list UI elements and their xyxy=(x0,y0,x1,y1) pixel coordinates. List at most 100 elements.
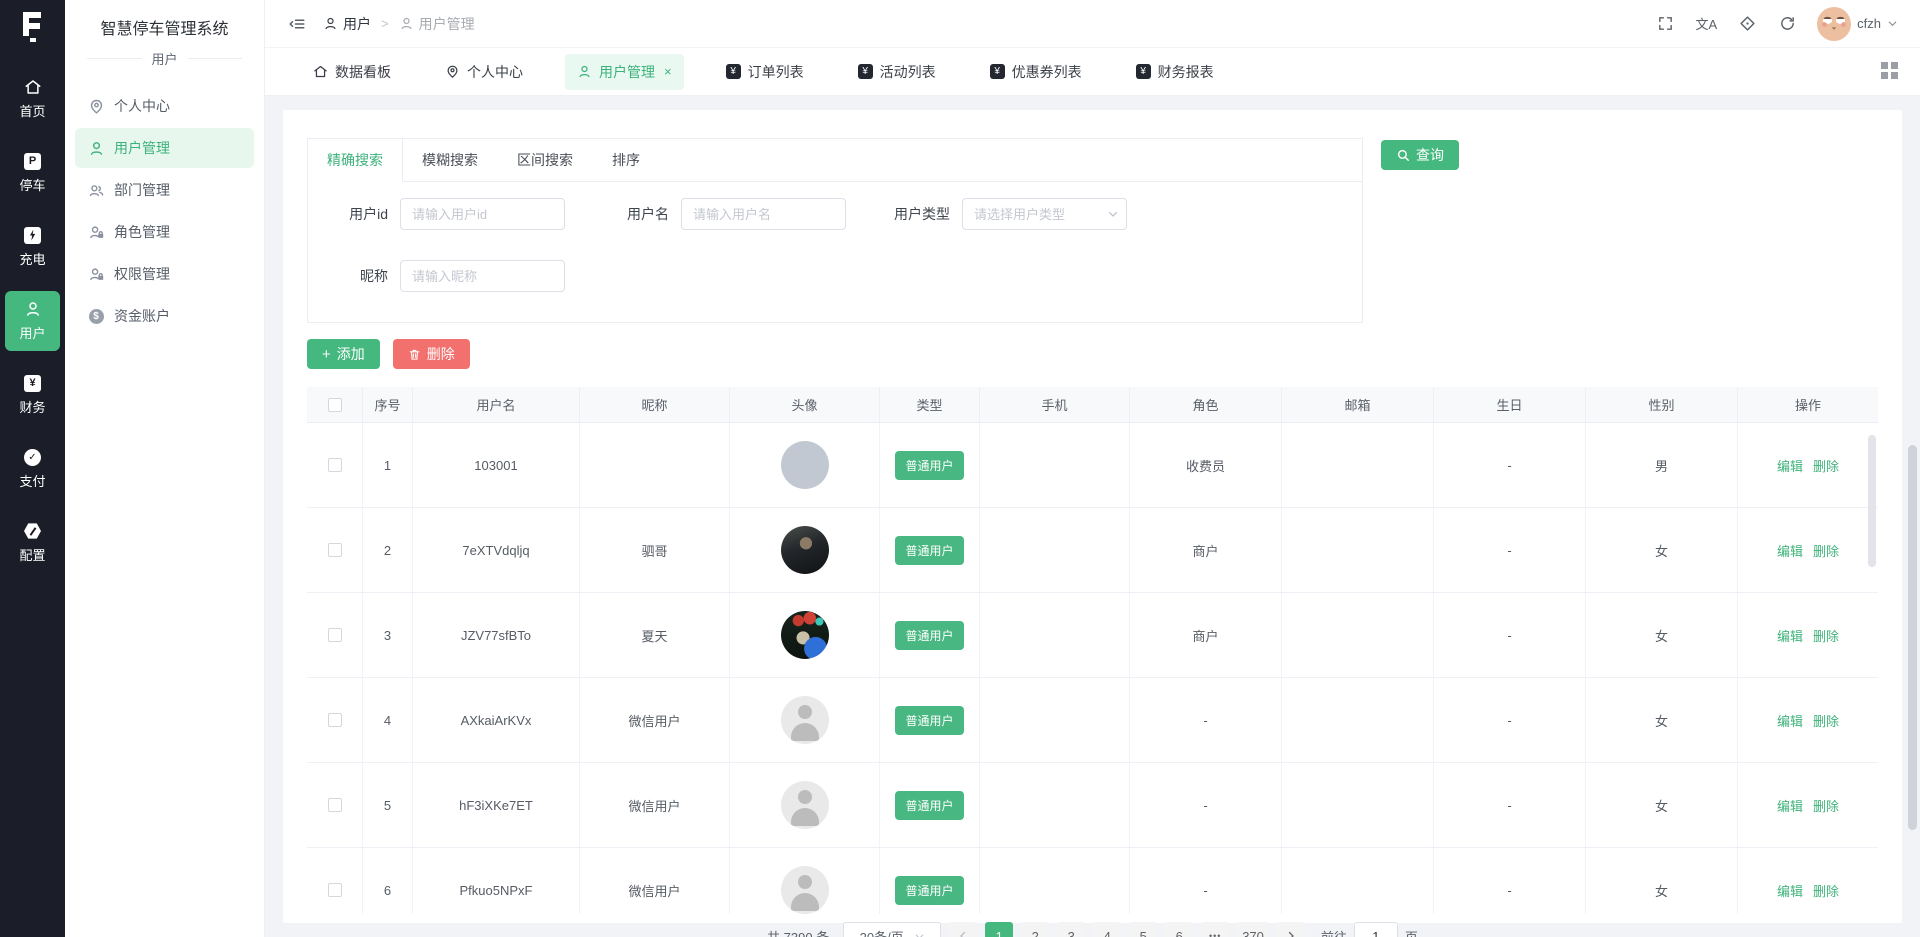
nickname-input[interactable] xyxy=(400,260,565,292)
language-switch-icon[interactable]: 文A xyxy=(1695,14,1717,33)
cell-phone xyxy=(980,508,1130,592)
page-tabs: ¥ 数据看板 × ¥ 个人中心 × ¥ xyxy=(265,48,1920,96)
edit-link[interactable]: 编辑 xyxy=(1777,881,1803,900)
delete-link[interactable]: 删除 xyxy=(1813,456,1839,475)
user-type-badge: 普通用户 xyxy=(895,705,964,735)
sidebar-menu-item[interactable]: $ 个人中心 xyxy=(75,86,254,126)
page-number-button[interactable]: 4 xyxy=(1093,922,1122,937)
select-all-checkbox[interactable] xyxy=(327,397,342,412)
cell-seq: 2 xyxy=(363,508,413,592)
goto-page-input[interactable] xyxy=(1353,922,1398,937)
rail-nav-item[interactable]: P ¥ ✓ 首页 xyxy=(5,69,60,129)
row-checkbox[interactable] xyxy=(327,628,342,642)
page-number-button[interactable]: 370 xyxy=(1237,922,1269,937)
sidebar-menu-item[interactable]: $ 资金账户 xyxy=(75,296,254,336)
charging-icon xyxy=(24,226,41,244)
row-checkbox[interactable] xyxy=(327,713,342,727)
page-tab[interactable]: ¥ 订单列表 × xyxy=(714,54,816,90)
rail-nav-item[interactable]: P ¥ ✓ 支付 xyxy=(5,439,60,499)
edit-link[interactable]: 编辑 xyxy=(1777,456,1803,475)
sidebar-menu-label: 个人中心 xyxy=(114,98,170,114)
search-mode-tab[interactable]: 精确搜索 xyxy=(308,139,403,182)
delete-button[interactable]: 删除 xyxy=(392,339,470,369)
edit-link[interactable]: 编辑 xyxy=(1777,796,1803,815)
delete-link[interactable]: 删除 xyxy=(1813,881,1839,900)
user-id-input[interactable] xyxy=(400,198,565,230)
collapse-sidebar-icon[interactable] xyxy=(287,14,307,34)
sidebar-menu-item[interactable]: $ 角色管理 xyxy=(75,212,254,252)
page-number-button[interactable]: ••• xyxy=(1201,922,1230,937)
page-number-button[interactable]: 3 xyxy=(1057,922,1086,937)
search-mode-tab[interactable]: 区间搜索 xyxy=(498,139,593,182)
theme-icon[interactable] xyxy=(1737,14,1757,34)
user-type-badge: 普通用户 xyxy=(895,450,964,480)
rail-nav-item[interactable]: P ¥ ✓ 充电 xyxy=(5,217,60,277)
page-number-button[interactable]: 6 xyxy=(1165,922,1194,937)
row-checkbox[interactable] xyxy=(327,458,342,472)
goto-suffix: 页 xyxy=(1404,929,1418,937)
rail-nav-item[interactable]: P ¥ ✓ 停车 xyxy=(5,143,60,203)
row-checkbox[interactable] xyxy=(327,883,342,897)
tab-list-icon[interactable] xyxy=(1881,62,1898,79)
refresh-icon[interactable] xyxy=(1777,14,1797,34)
row-checkbox[interactable] xyxy=(327,798,342,812)
page-tab[interactable]: ¥ 数据看板 × xyxy=(301,54,403,90)
rail-nav-item[interactable]: P ¥ ✓ 用户 xyxy=(5,291,60,351)
delete-link[interactable]: 删除 xyxy=(1813,796,1839,815)
delete-link[interactable]: 删除 xyxy=(1813,626,1839,645)
search-card: 精确搜索模糊搜索区间搜索排序 用户id 用户名 用户类型 xyxy=(307,138,1363,323)
people-icon xyxy=(89,184,103,196)
cell-email xyxy=(1282,678,1434,762)
edit-link[interactable]: 编辑 xyxy=(1777,626,1803,645)
close-tab-icon[interactable]: × xyxy=(664,64,672,79)
cell-nickname: 微信用户 xyxy=(580,678,730,762)
sidebar-menu-item[interactable]: $ 用户管理 xyxy=(75,128,254,168)
row-checkbox[interactable] xyxy=(327,543,342,557)
edit-link[interactable]: 编辑 xyxy=(1777,711,1803,730)
page-tab[interactable]: ¥ 用户管理 × xyxy=(565,53,684,90)
sidebar-menu-item[interactable]: $ 部门管理 xyxy=(75,170,254,210)
cell-actions: 编辑 删除 xyxy=(1738,848,1878,914)
page-tab[interactable]: ¥ 活动列表 × xyxy=(846,54,948,90)
delete-link[interactable]: 删除 xyxy=(1813,541,1839,560)
user-table: 序号 用户名 昵称 头像 类型 手机 角色 邮箱 生日 性别 操作 1 103001 普通用户 收费… xyxy=(307,387,1878,914)
add-button[interactable]: + 添加 xyxy=(307,339,380,369)
table-header-cell: 手机 xyxy=(980,387,1130,422)
cell-nickname xyxy=(580,423,730,507)
user-id-field: 用户id xyxy=(330,198,565,230)
page-tab[interactable]: ¥ 财务报表 × xyxy=(1124,54,1226,90)
user-type-select[interactable] xyxy=(962,198,1127,230)
page-number-button[interactable]: 2 xyxy=(1021,922,1050,937)
prev-page-button[interactable] xyxy=(949,922,978,937)
report-icon: ¥ xyxy=(857,64,873,79)
sidebar-menu-item[interactable]: $ 权限管理 xyxy=(75,254,254,294)
page-scrollbar[interactable] xyxy=(1908,445,1917,830)
rail-nav-item[interactable]: P ¥ ✓ 财务 xyxy=(5,365,60,425)
username-input[interactable] xyxy=(681,198,846,230)
cell-username: Pfkuo5NPxF xyxy=(413,848,580,914)
rail-nav-label: 首页 xyxy=(19,104,46,119)
page-tab-label: 用户管理 xyxy=(599,63,655,80)
table-scrollbar[interactable] xyxy=(1868,435,1876,567)
rail-nav-item[interactable]: P ¥ ✓ 配置 xyxy=(5,513,60,573)
fullscreen-icon[interactable] xyxy=(1655,14,1675,34)
next-page-button[interactable] xyxy=(1276,922,1305,937)
cell-birthday: - xyxy=(1434,763,1586,847)
query-button[interactable]: 查询 xyxy=(1381,140,1459,170)
search-mode-tab[interactable]: 排序 xyxy=(593,139,660,182)
search-mode-tab[interactable]: 模糊搜索 xyxy=(403,139,498,182)
page-number-button[interactable]: 5 xyxy=(1129,922,1158,937)
breadcrumb: 用户 > 用户管理 xyxy=(323,14,475,34)
page-tab[interactable]: ¥ 个人中心 × xyxy=(433,54,535,90)
sidebar-menu-label: 权限管理 xyxy=(114,266,170,282)
cell-seq: 1 xyxy=(363,423,413,507)
page-size-select[interactable]: 20条/页 xyxy=(843,922,942,937)
breadcrumb-level2[interactable]: 用户管理 xyxy=(399,14,475,34)
breadcrumb-level1[interactable]: 用户 xyxy=(323,14,371,34)
delete-link[interactable]: 删除 xyxy=(1813,711,1839,730)
page-tab[interactable]: ¥ 优惠券列表 × xyxy=(978,54,1094,90)
user-menu[interactable]: cfzh xyxy=(1817,6,1898,41)
avatar xyxy=(1817,6,1852,41)
edit-link[interactable]: 编辑 xyxy=(1777,541,1803,560)
page-number-button[interactable]: 1 xyxy=(985,922,1014,937)
